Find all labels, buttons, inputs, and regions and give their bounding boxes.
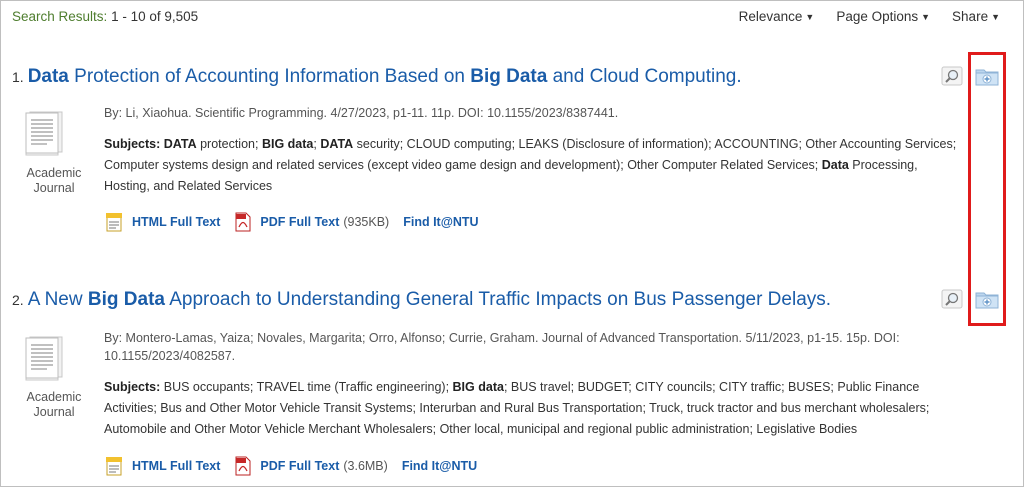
find-it-link[interactable]: Find It@NTU bbox=[403, 215, 478, 229]
document-type-label: Academic Journal bbox=[26, 390, 82, 419]
result-subjects: Subjects: BUS occupants; TRAVEL time (Tr… bbox=[104, 377, 964, 440]
find-it-link[interactable]: Find It@NTU bbox=[402, 459, 477, 473]
text-segment: Protection of Accounting Information Bas… bbox=[68, 66, 471, 87]
highlighted-term: Big Data bbox=[87, 289, 165, 310]
result-number: 1. bbox=[12, 69, 24, 85]
text-segment: A New bbox=[27, 289, 88, 310]
chevron-down-icon: ▼ bbox=[991, 12, 1000, 22]
highlighted-term: Data bbox=[821, 158, 849, 172]
text-segment: BUS occupants; TRAVEL time (Traffic engi… bbox=[160, 380, 453, 394]
pdf-icon bbox=[235, 212, 251, 232]
find-it-label[interactable]: Find It@NTU bbox=[402, 459, 477, 473]
pdf-full-text-label[interactable]: PDF Full Text bbox=[260, 459, 339, 473]
html-full-text-link[interactable]: HTML Full Text bbox=[104, 212, 220, 232]
result-links: HTML Full Text PDF Full Text (935KB) Fin… bbox=[104, 212, 493, 232]
result-title-link[interactable]: Data Protection of Accounting Informatio… bbox=[28, 66, 742, 87]
results-range: 1 - 10 of 9,505 bbox=[111, 9, 199, 24]
subjects-label: Subjects: bbox=[104, 380, 161, 394]
chevron-down-icon: ▼ bbox=[921, 12, 931, 22]
html-document-icon bbox=[106, 213, 122, 232]
chevron-down-icon: ▼ bbox=[805, 12, 815, 22]
pdf-icon bbox=[235, 456, 251, 476]
subjects-label: Subjects: bbox=[104, 137, 161, 151]
result-metadata: By: Li, Xiaohua. Scientific Programming.… bbox=[104, 106, 619, 120]
pdf-full-text-link[interactable]: PDF Full Text (935KB) bbox=[234, 212, 389, 232]
pdf-full-text-label[interactable]: PDF Full Text bbox=[260, 215, 339, 229]
relevance-label: Relevance bbox=[738, 9, 803, 24]
pdf-file-size: (935KB) bbox=[343, 215, 390, 229]
highlight-annotation-box bbox=[968, 52, 1006, 326]
document-type-label: Academic Journal bbox=[26, 166, 82, 195]
magnifier-preview-icon[interactable] bbox=[941, 66, 963, 86]
academic-journal-icon bbox=[25, 336, 63, 381]
share-dropdown[interactable]: Share ▼ bbox=[952, 9, 1000, 24]
highlighted-term: DATA bbox=[163, 137, 197, 151]
html-full-text-link[interactable]: HTML Full Text bbox=[104, 456, 220, 476]
magnifier-preview-icon[interactable] bbox=[941, 289, 963, 309]
text-segment: protection; bbox=[196, 137, 262, 151]
share-label: Share bbox=[952, 9, 989, 24]
page-options-label: Page Options bbox=[836, 9, 919, 24]
page-options-dropdown[interactable]: Page Options ▼ bbox=[836, 9, 930, 24]
result-metadata: By: Montero-Lamas, Yaiza; Novales, Marga… bbox=[104, 331, 900, 363]
html-full-text-label[interactable]: HTML Full Text bbox=[132, 215, 220, 229]
highlighted-term: BIG data bbox=[452, 380, 504, 394]
result-title-line: 2. A New Big Data Approach to Understandi… bbox=[12, 289, 831, 311]
pdf-full-text-link[interactable]: PDF Full Text (3.6MB) bbox=[234, 456, 388, 476]
html-full-text-label[interactable]: HTML Full Text bbox=[132, 459, 220, 473]
result-links: HTML Full Text PDF Full Text (3.6MB) Fin… bbox=[104, 456, 491, 476]
result-subjects: Subjects: DATA protection; BIG data; DAT… bbox=[104, 134, 964, 197]
result-title-line: 1. Data Protection of Accounting Informat… bbox=[12, 66, 742, 88]
result-title-link[interactable]: A New Big Data Approach to Understanding… bbox=[28, 289, 831, 310]
find-it-label[interactable]: Find It@NTU bbox=[403, 215, 478, 229]
highlighted-term: Big Data bbox=[470, 66, 548, 87]
pdf-file-size: (3.6MB) bbox=[343, 459, 388, 473]
relevance-dropdown[interactable]: Relevance ▼ bbox=[739, 9, 815, 24]
results-label: Search Results: bbox=[12, 9, 108, 24]
html-document-icon bbox=[106, 457, 122, 476]
result-number: 2. bbox=[12, 292, 24, 308]
search-results-count: Search Results: 1 - 10 of 9,505 bbox=[12, 9, 198, 24]
results-toolbar: Relevance ▼ Page Options ▼ Share ▼ bbox=[739, 9, 1000, 24]
highlighted-term: BIG data bbox=[261, 137, 314, 151]
text-segment: and Cloud Computing. bbox=[547, 66, 742, 87]
subjects-list: DATA protection; BIG data; DATA security… bbox=[104, 137, 956, 193]
text-segment: Approach to Understanding General Traffi… bbox=[164, 289, 832, 310]
subjects-list: BUS occupants; TRAVEL time (Traffic engi… bbox=[104, 380, 929, 436]
highlighted-term: Data bbox=[27, 66, 69, 87]
academic-journal-icon bbox=[25, 111, 63, 156]
highlighted-term: DATA bbox=[320, 137, 354, 151]
